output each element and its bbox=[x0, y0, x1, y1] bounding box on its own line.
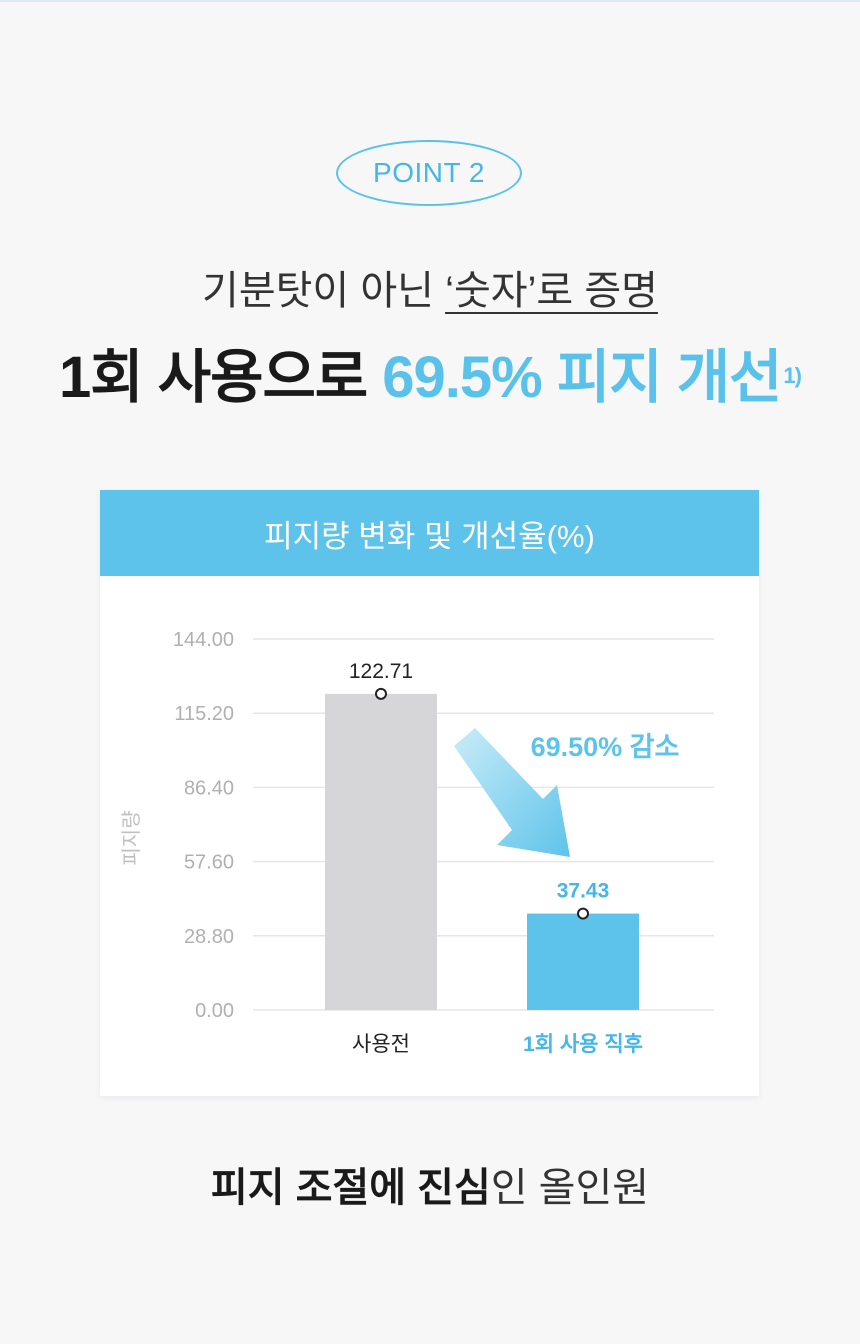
data-label: 37.43 bbox=[557, 880, 610, 903]
x-category-label: 1회 사용 직후 bbox=[523, 1032, 643, 1056]
headline: 1회 사용으로 69.5% 피지 개선1) bbox=[0, 330, 860, 414]
point-badge: POINT 2 bbox=[336, 140, 522, 206]
footer-bold: 피지 조절에 진심 bbox=[210, 1166, 491, 1210]
decrease-annotation: 69.50% 감소 bbox=[531, 732, 680, 762]
bar bbox=[527, 913, 639, 1010]
data-point-marker bbox=[577, 907, 589, 920]
subhead-underlined: ‘숫자’로 증명 bbox=[445, 269, 658, 313]
footnote-marker: 1) bbox=[783, 363, 802, 388]
y-tick-label: 28.80 bbox=[184, 926, 234, 948]
y-tick-label: 57.60 bbox=[184, 852, 234, 874]
headline-text: 1회 사용으로 bbox=[59, 345, 383, 410]
bar-chart: 0.00 28.80 57.60 86.40 115.20 144.00 피지량 122.71… bbox=[120, 629, 714, 1056]
chart-card: 피지량 변화 및 개선율(%) 0.00 28.80 57.60 86.40 115.2… bbox=[100, 490, 759, 1096]
headline-accent: 69.5% 피지 개선 bbox=[382, 345, 782, 410]
y-axis-label: 피지량 bbox=[120, 810, 143, 865]
data-label: 122.71 bbox=[349, 660, 413, 683]
top-divider bbox=[0, 0, 860, 2]
x-category-label: 사용전 bbox=[352, 1033, 410, 1056]
footer-tagline: 피지 조절에 진심인 올인원 bbox=[0, 1155, 860, 1213]
subhead-text: 기분탓이 아닌 bbox=[202, 269, 446, 313]
bar bbox=[325, 693, 437, 1010]
y-tick-label: 115.20 bbox=[174, 703, 234, 725]
y-tick-label: 86.40 bbox=[184, 777, 234, 799]
subheadline: 기분탓이 아닌 ‘숫자’로 증명 bbox=[0, 258, 860, 316]
y-tick-label: 144.00 bbox=[173, 629, 234, 651]
y-tick-label: 0.00 bbox=[195, 1000, 234, 1022]
footer-light: 인 올인원 bbox=[490, 1166, 650, 1210]
data-point-marker bbox=[375, 687, 387, 700]
